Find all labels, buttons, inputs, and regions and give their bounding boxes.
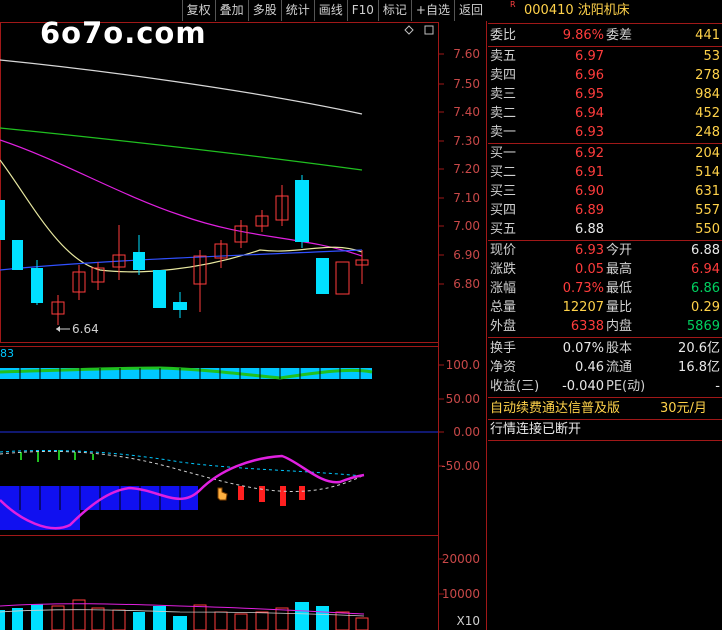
candle [0, 200, 5, 240]
toolbar-button-multi-stock[interactable]: 多股 [247, 0, 281, 21]
order-row: 买五 6.88 550 [490, 222, 720, 237]
candle [133, 252, 145, 270]
indicator-axis-label: 0.00 [453, 425, 480, 439]
candle [173, 302, 187, 310]
toolbar-button-back[interactable]: 返回 [453, 0, 487, 21]
order-row: 卖二 6.94 452 [490, 106, 720, 121]
quote-row: 总量 12207 量比 0.29 [490, 300, 720, 315]
toolbar-button-f10[interactable]: F10 [346, 0, 378, 21]
low-price-marker: 6.64 [72, 322, 99, 336]
toolbar-button-stats[interactable]: 统计 [280, 0, 314, 21]
candle [316, 258, 329, 294]
quote-panel: R 000410 沈阳机床 委比 9.86% 委差 441 卖五 6.97 53 卖… [488, 0, 722, 630]
order-row: 卖四 6.96 278 [490, 68, 720, 83]
watermark-logo: 6o7o.com [40, 16, 207, 50]
price-axis-label: 6.90 [453, 248, 480, 262]
price-axis-label: 7.30 [453, 134, 480, 148]
toolbar-button-overlay[interactable]: 叠加 [214, 0, 248, 21]
price-axis-label: 7.00 [453, 219, 480, 233]
price-axis-label: 7.10 [453, 191, 480, 205]
price-axis-label: 6.80 [453, 277, 480, 291]
connection-status: 行情连接已断开 [490, 422, 582, 437]
stock-title: R 000410 沈阳机床 [488, 0, 722, 22]
candle [12, 240, 23, 270]
candle [31, 268, 43, 303]
order-row: 卖三 6.95 984 [490, 87, 720, 102]
volume-unit-label: X10 [456, 614, 481, 628]
toolbar-button-draw[interactable]: 画线 [313, 0, 347, 21]
indicator-axis-label: 100.0 [445, 358, 480, 372]
indicator-axis-label: 50.00 [445, 392, 480, 406]
ad-banner[interactable]: 自动续费通达信普及版 30元/月 [488, 399, 722, 418]
quote-row: 涨幅 0.73% 最低 6.86 [490, 281, 720, 296]
price-axis-label: 7.40 [453, 105, 480, 119]
fund-row: 净资 0.46 流通 16.8亿 [490, 360, 720, 375]
quote-row: 外盘 6338 内盘 5869 [490, 319, 720, 334]
price-axis-label: 7.60 [453, 47, 480, 61]
weibi-row: 委比 9.86% 委差 441 [490, 28, 720, 43]
volume-axis-label: 20000 [441, 552, 480, 566]
stock-name: 沈阳机床 [577, 3, 630, 18]
window-icon[interactable] [424, 25, 434, 35]
hand-cursor-icon [217, 487, 228, 501]
order-row: 买四 6.89 557 [490, 203, 720, 218]
indicator-axis-label: -50.00 [441, 459, 480, 473]
fund-row: 收益(三) -0.040 PE(动) - [490, 379, 720, 394]
indicator-value: 83 [0, 347, 14, 360]
order-row: 卖五 6.97 53 [490, 49, 720, 64]
stock-code: 000410 [524, 3, 574, 18]
candle [335, 261, 350, 295]
order-row: 买三 6.90 631 [490, 184, 720, 199]
chart-area[interactable] [0, 0, 487, 630]
candle [153, 270, 166, 308]
price-axis-label: 7.50 [453, 77, 480, 91]
candle [295, 180, 309, 242]
order-row: 买二 6.91 514 [490, 165, 720, 180]
diamond-icon[interactable] [404, 25, 414, 35]
volume-axis-label: 10000 [441, 587, 480, 601]
flag-r: R [510, 0, 516, 9]
toolbar-button-mark[interactable]: 标记 [377, 0, 411, 21]
price-axis-label: 7.20 [453, 162, 480, 176]
toolbar-button-add-watchlist[interactable]: +自选 [410, 0, 454, 21]
quote-row: 现价 6.93 今开 6.88 [490, 243, 720, 258]
order-row: 买一 6.92 204 [490, 146, 720, 161]
quote-row: 涨跌 0.05 最高 6.94 [490, 262, 720, 277]
fund-row: 换手 0.07% 股本 20.6亿 [490, 341, 720, 356]
order-row: 卖一 6.93 248 [490, 125, 720, 140]
